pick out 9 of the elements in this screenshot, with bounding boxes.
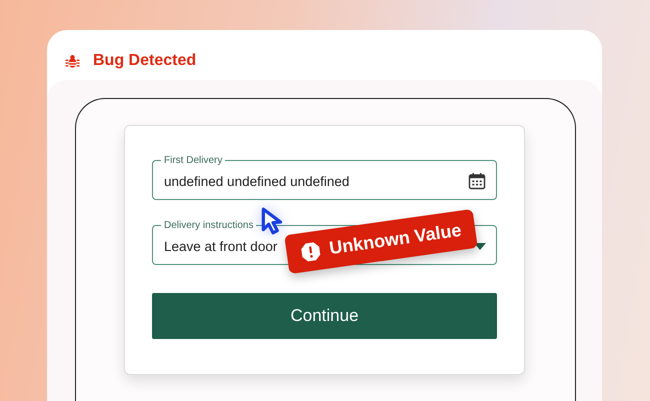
bug-detected-title: Bug Detected — [93, 52, 196, 70]
field-value: undefined undefined undefined — [164, 174, 350, 188]
continue-button[interactable]: Continue — [152, 293, 497, 339]
calendar-icon — [468, 172, 486, 190]
date-field[interactable]: First Delivery undefined undefined undefined — [152, 155, 497, 200]
alert-icon — [299, 240, 322, 263]
field-value: Leave at front door — [164, 238, 278, 254]
bug-icon — [65, 54, 80, 68]
unknown-value-label: Unknown Value — [328, 220, 463, 260]
